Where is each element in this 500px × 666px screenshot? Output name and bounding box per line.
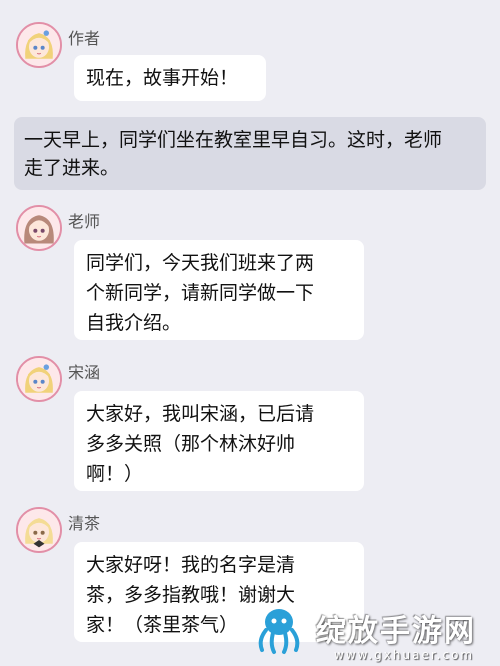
sender-name: 作者: [68, 29, 101, 48]
blonde-girl-avatar-icon: [18, 358, 60, 400]
brown-hair-girl-avatar-icon: [18, 207, 60, 249]
watermark-url: www.gxhuaer.com: [334, 648, 475, 662]
sender-name: 老师: [68, 212, 101, 231]
sender-name: 清茶: [68, 514, 101, 533]
site-watermark: 绽放手游网 www.gxhuaer.com: [248, 604, 500, 666]
message-bubble: 大家好，我叫宋涵，已后请 多多关照（那个林沐好帅 啊！）: [74, 391, 364, 491]
chat-container: 作者 现在，故事开始！ 一天早上，同学们坐在教室里早自习。这时，老师 走了进来。…: [0, 0, 500, 666]
teacher-avatar[interactable]: [16, 205, 62, 251]
blonde-girl-avatar-icon: [18, 24, 60, 66]
songhan-avatar[interactable]: [16, 356, 62, 402]
blonde-girl-bow-avatar-icon: [18, 509, 60, 551]
watermark-title: 绽放手游网: [316, 614, 476, 649]
message-bubble: 同学们，今天我们班来了两 个新同学，请新同学做一下 自我介绍。: [74, 240, 364, 340]
narration-block: 一天早上，同学们坐在教室里早自习。这时，老师 走了进来。: [14, 117, 486, 190]
qingcha-avatar[interactable]: [16, 507, 62, 553]
author-avatar[interactable]: [16, 22, 62, 68]
octopus-logo-icon: [258, 609, 300, 654]
sender-name: 宋涵: [68, 363, 101, 382]
message-bubble: 现在，故事开始！: [74, 55, 266, 101]
